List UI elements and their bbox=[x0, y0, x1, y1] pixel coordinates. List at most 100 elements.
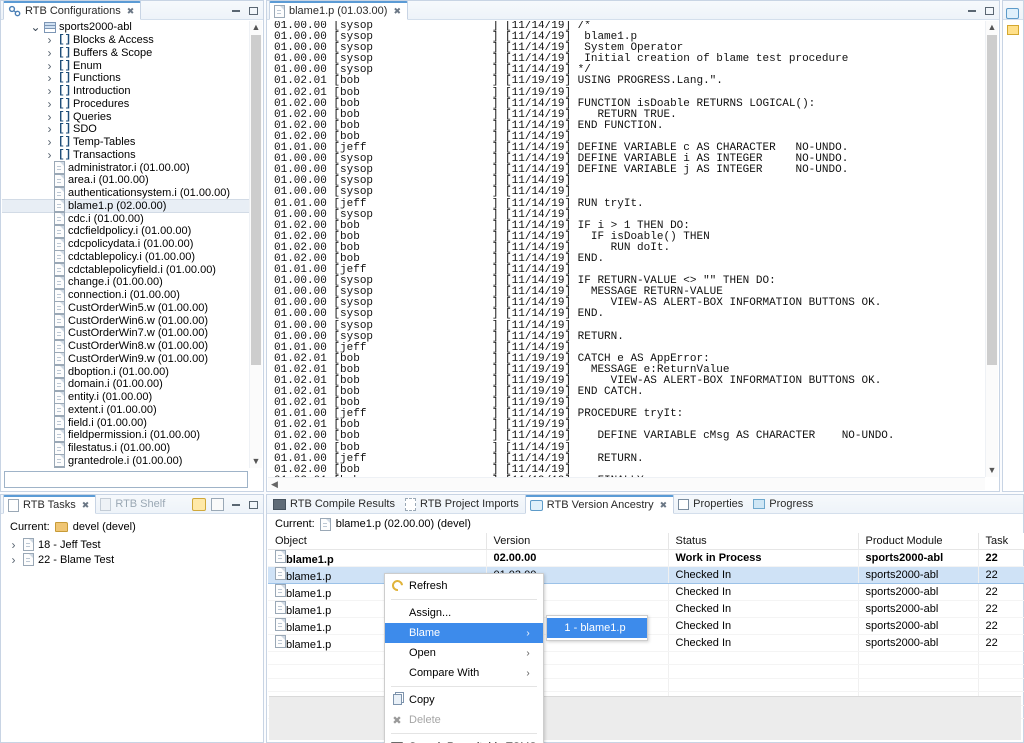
tree-file-item[interactable]: CustOrderWin9.w (01.00.00) bbox=[2, 352, 262, 366]
configurations-tree[interactable]: sports2000-abl []Blocks & Access[]Buffer… bbox=[2, 21, 262, 468]
tree-file-item[interactable]: cdctablepolicyfield.i (01.00.00) bbox=[2, 263, 262, 277]
tree-folder-item[interactable]: []Transactions bbox=[2, 149, 262, 162]
context-menu-item[interactable]: Assign... bbox=[385, 603, 543, 623]
tree-file-item[interactable]: extent.i (01.00.00) bbox=[2, 403, 262, 417]
tree-folder-item[interactable]: []Queries bbox=[2, 110, 262, 123]
minimize-button[interactable] bbox=[965, 4, 978, 17]
scroll-left-icon[interactable]: ◀ bbox=[268, 478, 985, 491]
context-menu-item[interactable]: Copy bbox=[385, 690, 543, 710]
chevron-right-icon[interactable] bbox=[44, 73, 55, 84]
tab-rtb-shelf[interactable]: RTB Shelf bbox=[96, 494, 171, 513]
column-header[interactable]: Object bbox=[268, 533, 487, 550]
editor-vertical-scrollbar[interactable]: ▲ ▼ bbox=[985, 21, 998, 477]
tree-folder-item[interactable]: []Buffers & Scope bbox=[2, 47, 262, 60]
tree-file-item[interactable]: entity.i (01.00.00) bbox=[2, 390, 262, 404]
tree-file-item[interactable]: domain.i (01.00.00) bbox=[2, 377, 262, 391]
tree-file-item[interactable]: connection.i (01.00.00) bbox=[2, 288, 262, 302]
scroll-up-icon[interactable]: ▲ bbox=[986, 21, 998, 34]
tab-progress[interactable]: Progress bbox=[749, 494, 819, 513]
close-icon[interactable]: ✖ bbox=[82, 500, 90, 511]
tab-blame1p-editor[interactable]: blame1.p (01.03.00) ✖ bbox=[269, 1, 408, 20]
context-menu-item[interactable]: Open › bbox=[385, 643, 543, 663]
tree-file-item[interactable]: dboption.i (01.00.00) bbox=[2, 365, 262, 379]
tree-file-item[interactable]: blame1.p (02.00.00) bbox=[2, 198, 262, 214]
tree-file-item[interactable]: filestatus.i (01.00.00) bbox=[2, 441, 262, 455]
maximize-button[interactable] bbox=[247, 498, 260, 511]
close-icon[interactable]: ✖ bbox=[127, 6, 135, 17]
tree-folder-item[interactable]: []Procedures bbox=[2, 98, 262, 111]
table-row[interactable]: blame1.p Checked In sports2000-abl 22 bbox=[268, 583, 1024, 601]
tree-folder-item[interactable]: []SDO bbox=[2, 123, 262, 136]
scroll-down-icon[interactable]: ▼ bbox=[986, 464, 998, 477]
context-menu-item[interactable]: RTBSearch Roundtable TSMS... bbox=[385, 737, 546, 743]
context-menu-item[interactable]: Refresh bbox=[385, 576, 543, 596]
tree-file-item[interactable]: grantedrole.i (01.00.00) bbox=[2, 454, 262, 468]
minimize-button[interactable] bbox=[229, 4, 242, 17]
tab-rtb-project-imports[interactable]: RTB Project Imports bbox=[401, 494, 525, 513]
chevron-right-icon[interactable] bbox=[44, 35, 55, 46]
tree-file-item[interactable]: field.i (01.00.00) bbox=[2, 416, 262, 430]
tree-file-item[interactable]: cdcfieldpolicy.i (01.00.00) bbox=[2, 224, 262, 238]
tab-rtb-version-ancestry[interactable]: RTB Version Ancestry ✖ bbox=[524, 495, 675, 514]
tree-file-item[interactable]: cdctablepolicy.i (01.00.00) bbox=[2, 250, 262, 264]
scrollbar-thumb[interactable] bbox=[251, 35, 261, 365]
blame-submenu[interactable]: 1 - blame1.p bbox=[546, 615, 648, 641]
chevron-right-icon[interactable] bbox=[44, 60, 55, 71]
task-list-item[interactable]: 22 - Blame Test bbox=[2, 552, 262, 567]
tree-file-item[interactable]: CustOrderWin8.w (01.00.00) bbox=[2, 339, 262, 353]
chevron-right-icon[interactable] bbox=[44, 149, 55, 160]
maximize-button[interactable] bbox=[983, 4, 996, 17]
close-icon[interactable]: ✖ bbox=[393, 6, 401, 17]
task-list[interactable]: 18 - Jeff Test 22 - Blame Test bbox=[2, 537, 262, 567]
configurations-scrollbar[interactable]: ▲ ▼ bbox=[249, 21, 262, 468]
chevron-right-icon[interactable] bbox=[44, 111, 55, 122]
tab-properties[interactable]: Properties bbox=[674, 494, 749, 513]
editor-content[interactable]: 01.00.00 [sysop ] [11/14/19] /* 01.00.00 … bbox=[268, 21, 998, 477]
tab-rtb-tasks[interactable]: RTB Tasks ✖ bbox=[3, 495, 97, 514]
scrollbar-thumb[interactable] bbox=[987, 35, 997, 365]
filter-input[interactable] bbox=[4, 471, 248, 488]
context-menu[interactable]: Refresh Assign... Blame › Open › Compare With ›… bbox=[384, 573, 546, 743]
tab-rtb-compile-results[interactable]: RTB Compile Results bbox=[269, 494, 401, 513]
chevron-right-icon[interactable] bbox=[44, 124, 55, 135]
tree-file-item[interactable]: fieldpermission.i (01.00.00) bbox=[2, 428, 262, 442]
tree-file-item[interactable]: CustOrderWin7.w (01.00.00) bbox=[2, 326, 262, 340]
tree-file-item[interactable]: cdc.i (01.00.00) bbox=[2, 212, 262, 226]
tree-file-item[interactable]: cdcpolicydata.i (01.00.00) bbox=[2, 237, 262, 251]
tree-file-item[interactable]: CustOrderWin6.w (01.00.00) bbox=[2, 314, 262, 328]
column-header[interactable]: Status bbox=[668, 533, 859, 550]
tree-folder-item[interactable]: []Enum bbox=[2, 59, 262, 72]
column-header[interactable]: Version bbox=[486, 533, 669, 550]
tree-folder-item[interactable]: []Blocks & Access bbox=[2, 34, 262, 47]
tree-file-item[interactable]: CustOrderWin5.w (01.00.00) bbox=[2, 301, 262, 315]
tree-file-item[interactable]: area.i (01.00.00) bbox=[2, 173, 262, 187]
tree-file-item[interactable]: authenticationsystem.i (01.00.00) bbox=[2, 186, 262, 200]
context-menu-item[interactable]: Blame › bbox=[385, 623, 543, 643]
tree-folder-item[interactable]: []Introduction bbox=[2, 85, 262, 98]
tree-file-item[interactable]: change.i (01.00.00) bbox=[2, 275, 262, 289]
outline-icon[interactable] bbox=[1006, 8, 1019, 19]
chevron-right-icon[interactable] bbox=[44, 137, 55, 148]
scroll-up-icon[interactable]: ▲ bbox=[250, 21, 262, 34]
table-row[interactable]: blame1.p01.03.00Checked Insports2000-abl… bbox=[268, 565, 1024, 584]
tree-folder-item[interactable]: []Functions bbox=[2, 72, 262, 85]
tree-file-item[interactable]: administrator.i (01.00.00) bbox=[2, 161, 262, 175]
chevron-right-icon[interactable] bbox=[44, 98, 55, 109]
tab-rtb-configurations[interactable]: RTB Configurations ✖ bbox=[3, 1, 142, 20]
submenu-item[interactable]: 1 - blame1.p bbox=[547, 618, 647, 638]
chevron-right-icon[interactable] bbox=[8, 539, 19, 550]
table-row[interactable]: blame1.p 02.00.00 Work in Process sports200… bbox=[268, 549, 1024, 567]
chevron-right-icon[interactable] bbox=[44, 47, 55, 58]
task-settings-icon[interactable] bbox=[192, 498, 206, 511]
column-header[interactable]: Task bbox=[978, 533, 1024, 550]
tree-file-item[interactable]: groupdata.i (01.00.00) bbox=[2, 467, 262, 468]
editor-horizontal-scrollbar[interactable]: ◀ bbox=[268, 477, 985, 490]
scroll-down-icon[interactable]: ▼ bbox=[250, 455, 262, 468]
tree-item-root[interactable]: sports2000-abl bbox=[2, 21, 262, 34]
context-menu-item[interactable]: Compare With › bbox=[385, 663, 543, 683]
column-header[interactable]: Product Module bbox=[858, 533, 979, 550]
new-task-icon[interactable] bbox=[211, 498, 224, 511]
chevron-right-icon[interactable] bbox=[8, 554, 19, 565]
maximize-button[interactable] bbox=[247, 4, 260, 17]
task-list-item[interactable]: 18 - Jeff Test bbox=[2, 537, 262, 552]
